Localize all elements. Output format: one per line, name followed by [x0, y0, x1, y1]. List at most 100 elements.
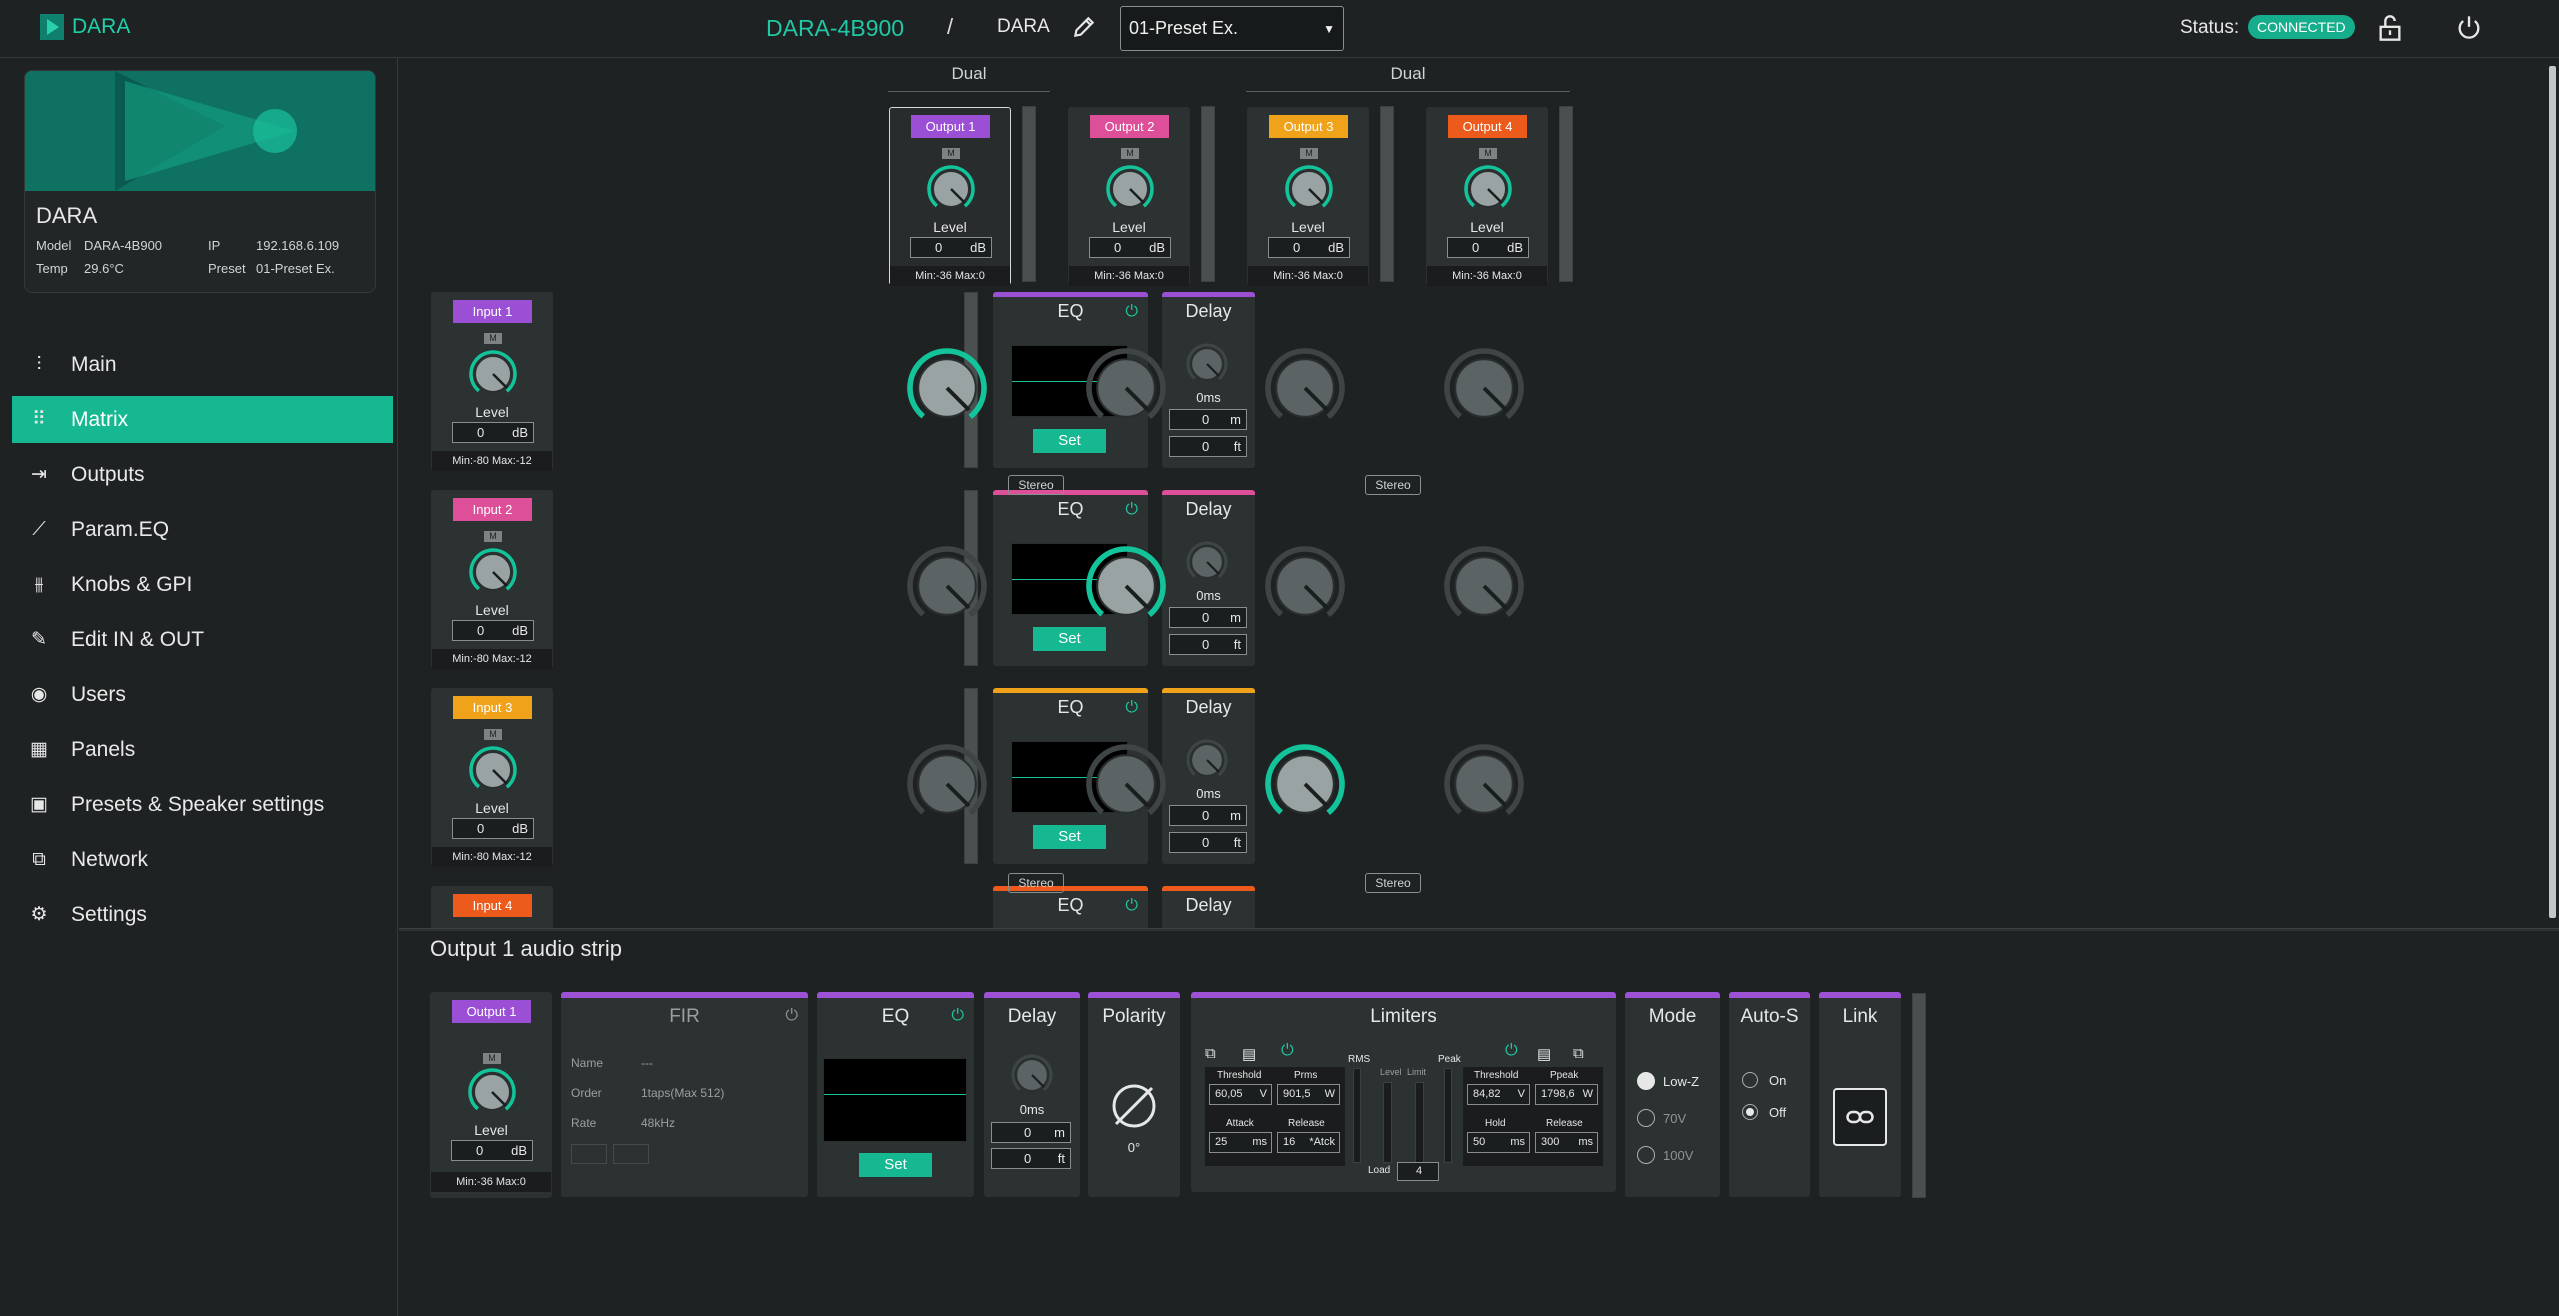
- output-2-tag[interactable]: Output 2: [1090, 115, 1169, 138]
- crosspoint-knob-in3-out3[interactable]: [1265, 744, 1345, 824]
- output-1-level-knob[interactable]: [926, 164, 976, 214]
- input-2-level-knob[interactable]: [468, 547, 518, 597]
- input-2-delay-ft-input[interactable]: 0 ft: [1169, 634, 1247, 655]
- output-1-level-input[interactable]: 0 dB: [910, 237, 992, 258]
- strip-delay-ft-input[interactable]: 0 ft: [991, 1148, 1071, 1169]
- input-1-tag[interactable]: Input 1: [453, 300, 532, 323]
- peak-release-input[interactable]: 300 ms: [1535, 1132, 1598, 1153]
- crosspoint-knob-in2-out3[interactable]: [1265, 546, 1345, 626]
- output-2-level-knob[interactable]: [1105, 164, 1155, 214]
- input-1-delay-m-input[interactable]: 0m: [1169, 409, 1247, 430]
- output-3-mute-button[interactable]: M: [1300, 148, 1318, 159]
- stereo-button[interactable]: Stereo: [1008, 475, 1064, 495]
- strip-output-mute-button[interactable]: M: [483, 1053, 501, 1064]
- crosspoint-knob-in3-out4[interactable]: [1444, 744, 1524, 824]
- output-2-mute-button[interactable]: M: [1121, 148, 1139, 159]
- sidebar-item-settings[interactable]: ⚙ Settings: [12, 891, 393, 938]
- threshold-input[interactable]: 60,05 V: [1209, 1084, 1272, 1105]
- stereo-button[interactable]: Stereo: [1365, 873, 1421, 893]
- input-1-level-knob[interactable]: [468, 349, 518, 399]
- preset-select[interactable]: 01-Preset Ex. ▼: [1120, 6, 1344, 51]
- sidebar-item-edit-in-out[interactable]: ✎ Edit IN & OUT: [12, 616, 393, 663]
- paste-icon[interactable]: ▤: [1242, 1045, 1256, 1063]
- input-3-delay-ft-input[interactable]: 0 ft: [1169, 832, 1247, 853]
- peak-threshold-input[interactable]: 84,82 V: [1467, 1084, 1530, 1105]
- input-3-eq-power-icon[interactable]: ⏻: [1125, 699, 1138, 717]
- peak-copy-icon[interactable]: ⧉: [1573, 1045, 1584, 1062]
- input-2-delay-knob[interactable]: [1185, 540, 1229, 584]
- crosspoint-knob-in2-out4[interactable]: [1444, 546, 1524, 626]
- output-1-mute-button[interactable]: M: [942, 148, 960, 159]
- output-1-tag[interactable]: Output 1: [911, 115, 990, 138]
- output-3-level-input[interactable]: 0 dB: [1268, 237, 1350, 258]
- crosspoint-knob-in2-out2[interactable]: [1086, 546, 1166, 626]
- strip-delay-m-input[interactable]: 0m: [991, 1122, 1071, 1143]
- input-2-level-input[interactable]: 0 dB: [452, 620, 534, 641]
- limiter-rms-power-icon[interactable]: ⏻: [1281, 1042, 1294, 1060]
- strip-eq-set-button[interactable]: Set: [859, 1153, 932, 1177]
- output-2-level-input[interactable]: 0 dB: [1089, 237, 1171, 258]
- input-1-delay-ft-input[interactable]: 0 ft: [1169, 436, 1247, 457]
- sidebar-item-knobs-gpi[interactable]: ⫵ Knobs & GPI: [12, 561, 393, 608]
- input-3-delay-m-input[interactable]: 0m: [1169, 805, 1247, 826]
- output-4-mute-button[interactable]: M: [1479, 148, 1497, 159]
- strip-eq-curve[interactable]: [823, 1058, 967, 1142]
- prms-input[interactable]: 901,5 W: [1277, 1084, 1340, 1105]
- sidebar-item-main[interactable]: ⫶ Main: [12, 341, 393, 388]
- crosspoint-knob-in1-out1[interactable]: [907, 348, 987, 428]
- release-input[interactable]: 16 *Atck: [1277, 1132, 1340, 1153]
- sidebar-item-panels[interactable]: ▦ Panels: [12, 726, 393, 773]
- crosspoint-knob-in1-out3[interactable]: [1265, 348, 1345, 428]
- ppeak-input[interactable]: 1798,6 W: [1535, 1084, 1598, 1105]
- splitter[interactable]: [399, 928, 2559, 931]
- input-3-tag[interactable]: Input 3: [453, 696, 532, 719]
- unlock-icon[interactable]: [2376, 14, 2404, 42]
- input-3-delay-knob[interactable]: [1185, 738, 1229, 782]
- strip-output-level-knob[interactable]: [467, 1067, 517, 1117]
- power-icon[interactable]: [2455, 14, 2483, 42]
- output-4-level-knob[interactable]: [1463, 164, 1513, 214]
- stereo-button[interactable]: Stereo: [1365, 475, 1421, 495]
- crosspoint-knob-in1-out2[interactable]: [1086, 348, 1166, 428]
- stereo-button[interactable]: Stereo: [1008, 873, 1064, 893]
- link-button[interactable]: [1833, 1088, 1887, 1146]
- peak-paste-icon[interactable]: ▤: [1537, 1045, 1551, 1063]
- crosspoint-knob-in3-out1[interactable]: [907, 744, 987, 824]
- mode-radio-low-z[interactable]: [1637, 1072, 1655, 1090]
- mode-radio-100v[interactable]: [1637, 1146, 1655, 1164]
- strip-output-level-input[interactable]: 0 dB: [451, 1140, 533, 1161]
- input-1-delay-knob[interactable]: [1185, 342, 1229, 386]
- output-3-tag[interactable]: Output 3: [1269, 115, 1348, 138]
- input-3-level-input[interactable]: 0 dB: [452, 818, 534, 839]
- strip-output-tag[interactable]: Output 1: [452, 1000, 531, 1023]
- copy-icon[interactable]: ⧉: [1205, 1045, 1216, 1062]
- fir-power-icon[interactable]: ⏻: [785, 1007, 798, 1025]
- sidebar-item-outputs[interactable]: ⇥ Outputs: [12, 451, 393, 498]
- input-1-mute-button[interactable]: M: [484, 333, 502, 344]
- mode-radio-70v[interactable]: [1637, 1109, 1655, 1127]
- vertical-scrollbar-thumb[interactable]: [2549, 66, 2556, 918]
- output-4-level-input[interactable]: 0 dB: [1447, 237, 1529, 258]
- input-2-mute-button[interactable]: M: [484, 531, 502, 542]
- sidebar-item-users[interactable]: ◉ Users: [12, 671, 393, 718]
- limiter-peak-power-icon[interactable]: ⏻: [1505, 1042, 1518, 1060]
- input-1-level-input[interactable]: 0 dB: [452, 422, 534, 443]
- input-2-delay-m-input[interactable]: 0m: [1169, 607, 1247, 628]
- input-2-tag[interactable]: Input 2: [453, 498, 532, 521]
- strip-eq-power-icon[interactable]: ⏻: [951, 1007, 964, 1025]
- attack-input[interactable]: 25 ms: [1209, 1132, 1272, 1153]
- sidebar-item-param-eq[interactable]: ⟋ Param.EQ: [12, 506, 393, 553]
- crosspoint-knob-in1-out4[interactable]: [1444, 348, 1524, 428]
- sidebar-item-network[interactable]: ⧉ Network: [12, 836, 393, 883]
- auto-s-radio-on[interactable]: [1742, 1072, 1758, 1088]
- hold-input[interactable]: 50 ms: [1467, 1132, 1530, 1153]
- output-4-tag[interactable]: Output 4: [1448, 115, 1527, 138]
- fir-download-button[interactable]: [613, 1144, 649, 1164]
- crosspoint-knob-in3-out2[interactable]: [1086, 744, 1166, 824]
- input-3-mute-button[interactable]: M: [484, 729, 502, 740]
- sidebar-item-matrix[interactable]: ⠿ Matrix: [12, 396, 393, 443]
- strip-delay-knob[interactable]: [1010, 1053, 1054, 1097]
- sidebar-item-presets-speaker-settings[interactable]: ▣ Presets & Speaker settings: [12, 781, 393, 828]
- input-2-eq-power-icon[interactable]: ⏻: [1125, 501, 1138, 519]
- input-3-level-knob[interactable]: [468, 745, 518, 795]
